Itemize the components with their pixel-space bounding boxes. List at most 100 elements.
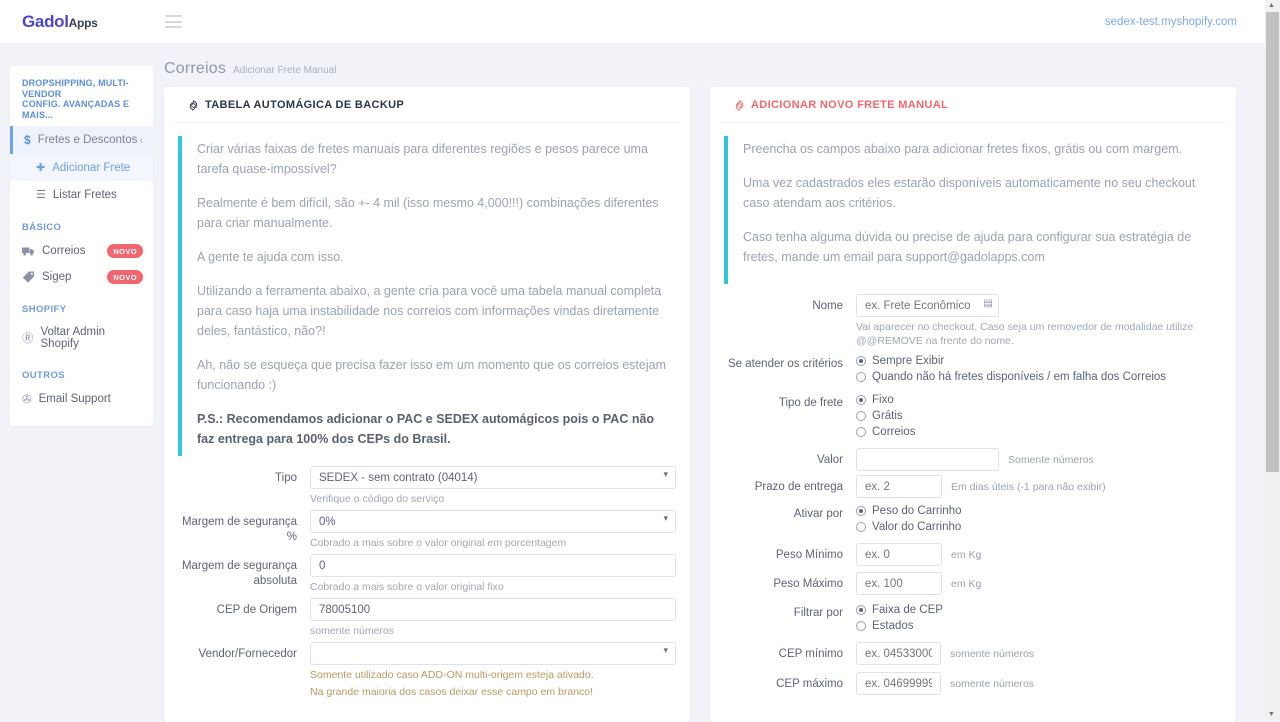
- radio-peso-do-carrinho[interactable]: Peso do Carrinho: [856, 505, 1222, 517]
- cep-minimo-input[interactable]: [856, 642, 941, 665]
- sidebar-item-label: Adicionar Frete: [52, 161, 131, 174]
- field-peso-maximo: Peso Máximo em Kg: [724, 572, 1222, 595]
- page-title: Correios: [164, 60, 227, 77]
- right-card-header: ADICIONAR NOVO FRETE MANUAL: [720, 87, 1226, 123]
- sidebar-item-listar-fretes[interactable]: ☰ Listar Fretes: [10, 181, 153, 208]
- adicionar-frete-manual-card: ADICIONAR NOVO FRETE MANUAL Preencha os …: [710, 87, 1236, 722]
- field-label: Vendor/Fornecedor: [198, 648, 297, 660]
- top-bar: GadolApps sedex-test.myshopify.com: [0, 0, 1265, 43]
- radio-correios[interactable]: Correios: [856, 426, 1222, 438]
- radio-faixa-de-cep[interactable]: Faixa de CEP: [856, 604, 1222, 616]
- cep-maximo-input[interactable]: [856, 672, 941, 695]
- hamburger-icon[interactable]: [165, 15, 183, 28]
- sidebar-item-label: Sigep: [42, 271, 72, 283]
- radio-quando-nao-ha-fretes[interactable]: Quando não há fretes disponíveis / em fa…: [856, 371, 1222, 383]
- sidebar-item-label: Correios: [42, 245, 86, 257]
- sidebar-item-voltar-admin-shopify[interactable]: Ⓡ Voltar Admin Shopify: [10, 320, 153, 356]
- sidebar-item-label: Listar Fretes: [52, 188, 117, 201]
- radio-label: Grátis: [872, 410, 903, 422]
- field-label: Valor: [817, 454, 843, 466]
- field-margem-seguranca-absoluta: Margem de segurança absoluta 0 Cobrado a…: [178, 554, 676, 594]
- radio-estados[interactable]: Estados: [856, 620, 1222, 632]
- radio-indicator: [856, 395, 866, 405]
- radio-label: Quando não há fretes disponíveis / em fa…: [872, 371, 1167, 383]
- notice-paragraph: Ah, não se esqueça que precisa fazer iss…: [197, 358, 666, 392]
- notice-paragraph: Preencha os campos abaixo para adicionar…: [743, 142, 1183, 156]
- notice-paragraph: A gente te ajuda com isso.: [197, 250, 344, 264]
- field-label: Peso Máximo: [773, 578, 843, 590]
- field-tipo-de-frete: Tipo de frete Fixo Grátis Correios: [724, 391, 1222, 442]
- gear-icon: [188, 99, 199, 111]
- valor-input[interactable]: [856, 448, 999, 471]
- sidebar-item-label: Email Support: [38, 393, 111, 405]
- radio-indicator: [856, 411, 866, 421]
- field-hint: Vai aparecer no checkout. Caso seja um r…: [856, 321, 1194, 347]
- sidebar-group-label: Fretes e Descontos: [37, 134, 138, 146]
- scrollbar-thumb[interactable]: [1266, 12, 1279, 472]
- field-prazo-entrega: Prazo de entrega Em dias úteis (-1 para …: [724, 475, 1222, 498]
- left-card-header: TABELA AUTOMÁGICA DE BACKUP: [174, 87, 680, 123]
- peso-minimo-input[interactable]: [856, 543, 942, 566]
- field-label: Margem de segurança absoluta: [181, 560, 297, 587]
- nome-input[interactable]: [856, 294, 999, 317]
- registered-icon: Ⓡ: [22, 333, 34, 345]
- field-label: Filtrar por: [793, 607, 843, 619]
- notice-paragraph: Realmente é bem difícil, são +- 4 mil (i…: [197, 196, 659, 230]
- prazo-input[interactable]: [856, 475, 942, 498]
- field-label: CEP máximo: [776, 678, 843, 690]
- notice-paragraph-strong: P.S.: Recomendamos adicionar o PAC e SED…: [197, 412, 655, 446]
- notice-paragraph: Caso tenha alguma dúvida ou precise de a…: [743, 230, 1192, 264]
- left-card-notice: Criar várias faixas de fretes manuais pa…: [178, 136, 676, 456]
- peso-maximo-input[interactable]: [856, 572, 942, 595]
- radio-indicator: [856, 427, 866, 437]
- field-label: Nome: [812, 300, 843, 312]
- scroll-down-arrow[interactable]: ▼: [1268, 711, 1275, 718]
- radio-label: Correios: [872, 426, 916, 438]
- radio-valor-do-carrinho[interactable]: Valor do Carrinho: [856, 521, 1222, 533]
- radio-label: Valor do Carrinho: [872, 521, 962, 533]
- vendor-select[interactable]: [310, 642, 676, 665]
- radio-gratis[interactable]: Grátis: [856, 410, 1222, 422]
- radio-fixo[interactable]: Fixo: [856, 394, 1222, 406]
- field-peso-minimo: Peso Mínimo em Kg: [724, 543, 1222, 566]
- cep-origem-input[interactable]: 78005100: [310, 598, 676, 621]
- radio-label: Peso do Carrinho: [872, 505, 962, 517]
- field-valor: Valor Somente números: [724, 448, 1222, 471]
- logo-text-sub: Apps: [68, 15, 98, 30]
- sidebar-item-sigep[interactable]: Sigep NOVO: [10, 264, 153, 290]
- page-scrollbar[interactable]: ▲ ▼: [1265, 0, 1280, 720]
- app-logo[interactable]: GadolApps: [22, 12, 98, 32]
- field-filtrar-por: Filtrar por Faixa de CEP Estados: [724, 601, 1222, 636]
- sidebar-item-email-support[interactable]: ✇ Email Support: [10, 386, 153, 412]
- gear-icon: [734, 99, 745, 111]
- field-cep-minimo: CEP mínimo somente números: [724, 642, 1222, 665]
- sidebar-group-fretes-e-descontos[interactable]: $ Fretes e Descontos ‹: [10, 126, 153, 154]
- margem-pct-select[interactable]: 0%: [310, 510, 676, 533]
- radio-indicator: [856, 356, 866, 366]
- radio-indicator: [856, 605, 866, 615]
- field-label: Se atender os critérios: [727, 358, 843, 370]
- left-card-title: TABELA AUTOMÁGICA DE BACKUP: [205, 99, 405, 111]
- field-hint: Verifique o código do serviço: [310, 493, 445, 505]
- field-label: Peso Mínimo: [775, 549, 843, 561]
- field-note: em Kg: [951, 577, 982, 590]
- field-hint: Cobrado a mais sobre o valor original em…: [310, 537, 567, 549]
- sidebar-item-adicionar-frete[interactable]: ✚ Adicionar Frete: [10, 154, 153, 181]
- sidebar-section-outros: OUTROS: [22, 370, 66, 381]
- field-label: CEP de Origem: [216, 604, 297, 616]
- tipo-select[interactable]: SEDEX - sem contrato (04014): [310, 466, 676, 489]
- shop-domain-link[interactable]: sedex-test.myshopify.com: [1105, 16, 1237, 28]
- field-note: somente números: [950, 647, 1035, 660]
- radio-indicator: [856, 372, 866, 382]
- page-header: Correios Adicionar Frete Manual: [164, 60, 1256, 87]
- truck-icon: [22, 246, 35, 257]
- field-cep-maximo: CEP máximo somente números: [724, 672, 1222, 695]
- field-cep-origem: CEP de Origem 78005100 somente números: [178, 598, 676, 638]
- radio-sempre-exibir[interactable]: Sempre Exibir: [856, 355, 1222, 367]
- margem-abs-input[interactable]: 0: [310, 554, 676, 577]
- field-label: CEP mínimo: [778, 648, 843, 660]
- scroll-up-arrow[interactable]: ▲: [1268, 2, 1275, 9]
- radio-indicator: [856, 621, 866, 631]
- sidebar-item-correios[interactable]: Correios NOVO: [10, 238, 153, 264]
- chevron-left-icon: ‹: [139, 134, 143, 146]
